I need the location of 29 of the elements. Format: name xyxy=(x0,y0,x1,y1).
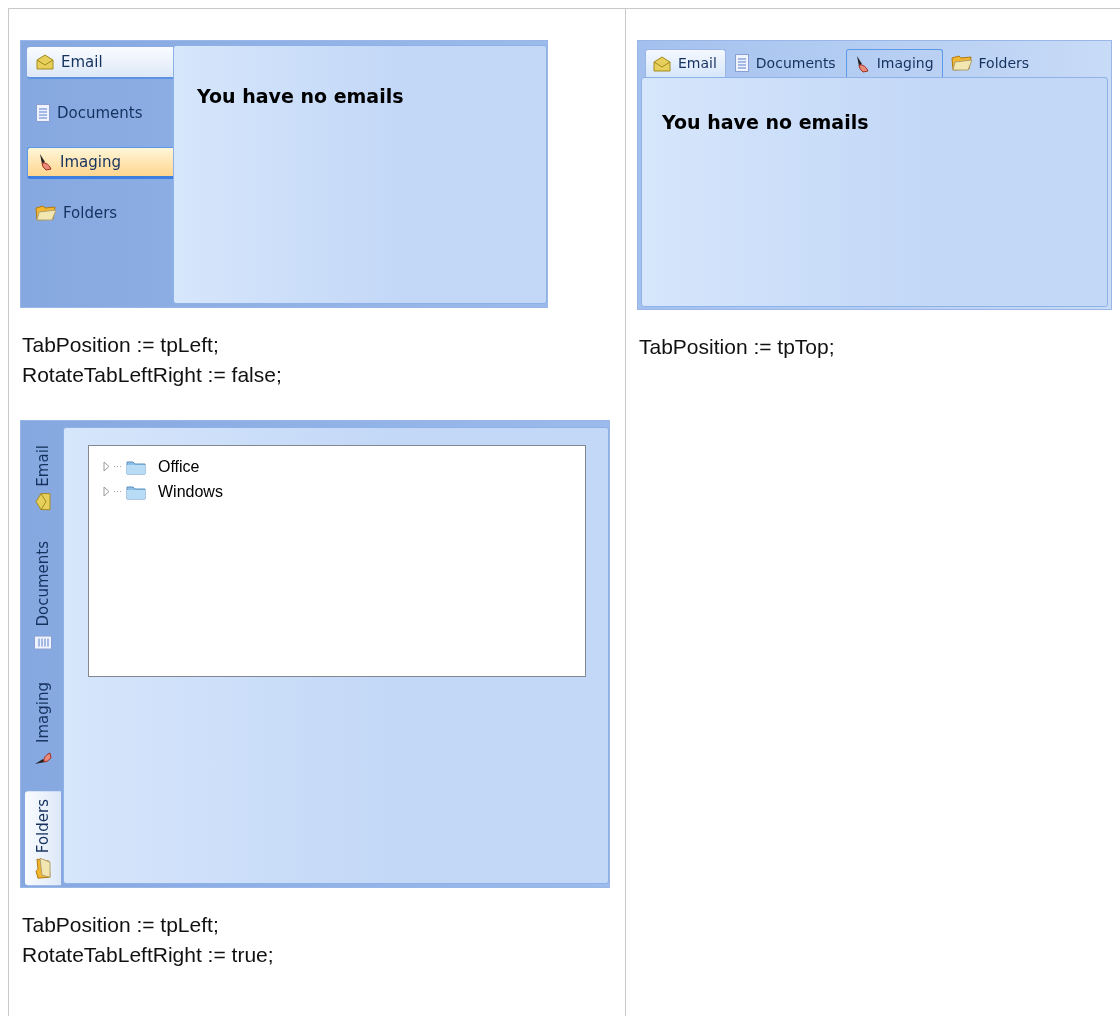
tab[interactable]: Documents xyxy=(27,97,173,129)
tree-item-label[interactable]: Windows xyxy=(158,479,223,504)
tab[interactable]: Folders xyxy=(25,791,61,886)
message-text: You have no emails xyxy=(662,110,869,135)
tab[interactable]: Folders xyxy=(944,49,1038,77)
folder-icon xyxy=(32,859,54,878)
tab[interactable]: Email xyxy=(25,437,61,519)
code-caption: RotateTabLeftRight := true; xyxy=(22,942,275,968)
code-caption: TabPosition := tpLeft; xyxy=(22,332,220,358)
connector-line xyxy=(114,465,122,468)
expand-icon[interactable] xyxy=(103,486,110,497)
tab[interactable]: Folders xyxy=(27,197,173,229)
code-caption: RotateTabLeftRight := false; xyxy=(22,362,283,388)
tree-item-label[interactable]: Office xyxy=(158,454,200,479)
tab[interactable]: Documents xyxy=(25,532,61,661)
folder-icon xyxy=(126,483,146,500)
message-text: You have no emails xyxy=(197,84,404,109)
connector-line xyxy=(114,490,122,493)
tab[interactable]: Email xyxy=(645,49,726,77)
folder-icon xyxy=(35,204,57,222)
tab[interactable]: Documents xyxy=(727,49,844,77)
code-caption: TabPosition := tpLeft; xyxy=(22,912,220,938)
tab[interactable]: Imaging xyxy=(27,147,173,179)
folder-icon xyxy=(126,458,146,475)
tab[interactable]: Imaging xyxy=(25,674,61,778)
code-caption: TabPosition := tpTop; xyxy=(639,334,836,360)
expand-icon[interactable] xyxy=(103,461,110,472)
folder-icon xyxy=(950,54,973,72)
tab[interactable]: Email xyxy=(27,47,173,79)
